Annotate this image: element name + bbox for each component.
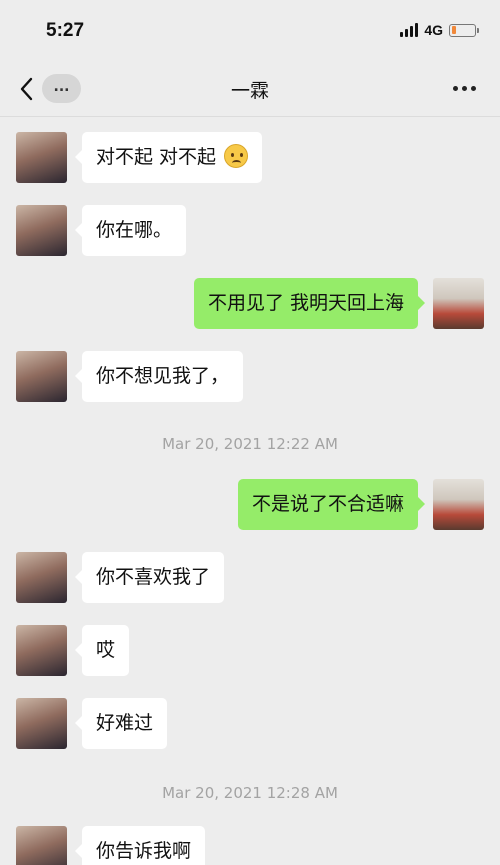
contact-avatar[interactable] [16,625,67,676]
contact-avatar[interactable] [16,698,67,749]
message-timestamp: Mar 20, 2021 12:28 AM [162,784,338,802]
incoming-message-bubble[interactable]: 对不起 对不起 [74,132,263,183]
chat-title: 一霖 [230,80,269,102]
incoming-message-bubble[interactable]: 好难过 [74,698,168,749]
signal-icon [400,23,419,37]
frowning-face-emoji [224,143,249,168]
message-text: 对不起 对不起 [96,146,217,168]
message-timestamp: Mar 20, 2021 12:22 AM [162,435,338,453]
status-bar: 5:27 4G [0,0,500,62]
outgoing-message-bubble[interactable]: 不用见了 我明天回上海 [193,278,426,329]
incoming-message-bubble[interactable]: 哎 [74,625,130,676]
contact-avatar[interactable] [16,132,67,183]
status-time: 5:27 [46,20,85,41]
outgoing-message-bubble[interactable]: 不是说了不合适嘛 [237,479,426,530]
contact-avatar[interactable] [16,205,67,256]
status-indicators: 4G [400,22,479,38]
contact-avatar[interactable] [16,552,67,603]
incoming-message-bubble[interactable]: 你告诉我啊 [74,826,206,865]
message-list[interactable]: 对不起 对不起 你在哪。 不用见了 我明天回上海 你不想见我了， Mar 20,… [0,117,500,865]
incoming-message-bubble[interactable]: 你不想见我了， [74,351,244,402]
self-avatar[interactable] [433,479,484,530]
more-menu-icon[interactable] [453,86,476,91]
self-avatar[interactable] [433,278,484,329]
contact-avatar[interactable] [16,351,67,402]
more-messages-button[interactable]: ... [42,74,81,103]
incoming-message-bubble[interactable]: 你不喜欢我了 [74,552,225,603]
battery-icon [449,23,479,37]
chat-header: ... 一霖 [0,62,500,117]
back-chevron-icon[interactable] [18,76,36,102]
network-type: 4G [424,22,443,38]
contact-avatar[interactable] [16,826,67,865]
incoming-message-bubble[interactable]: 你在哪。 [74,205,187,256]
